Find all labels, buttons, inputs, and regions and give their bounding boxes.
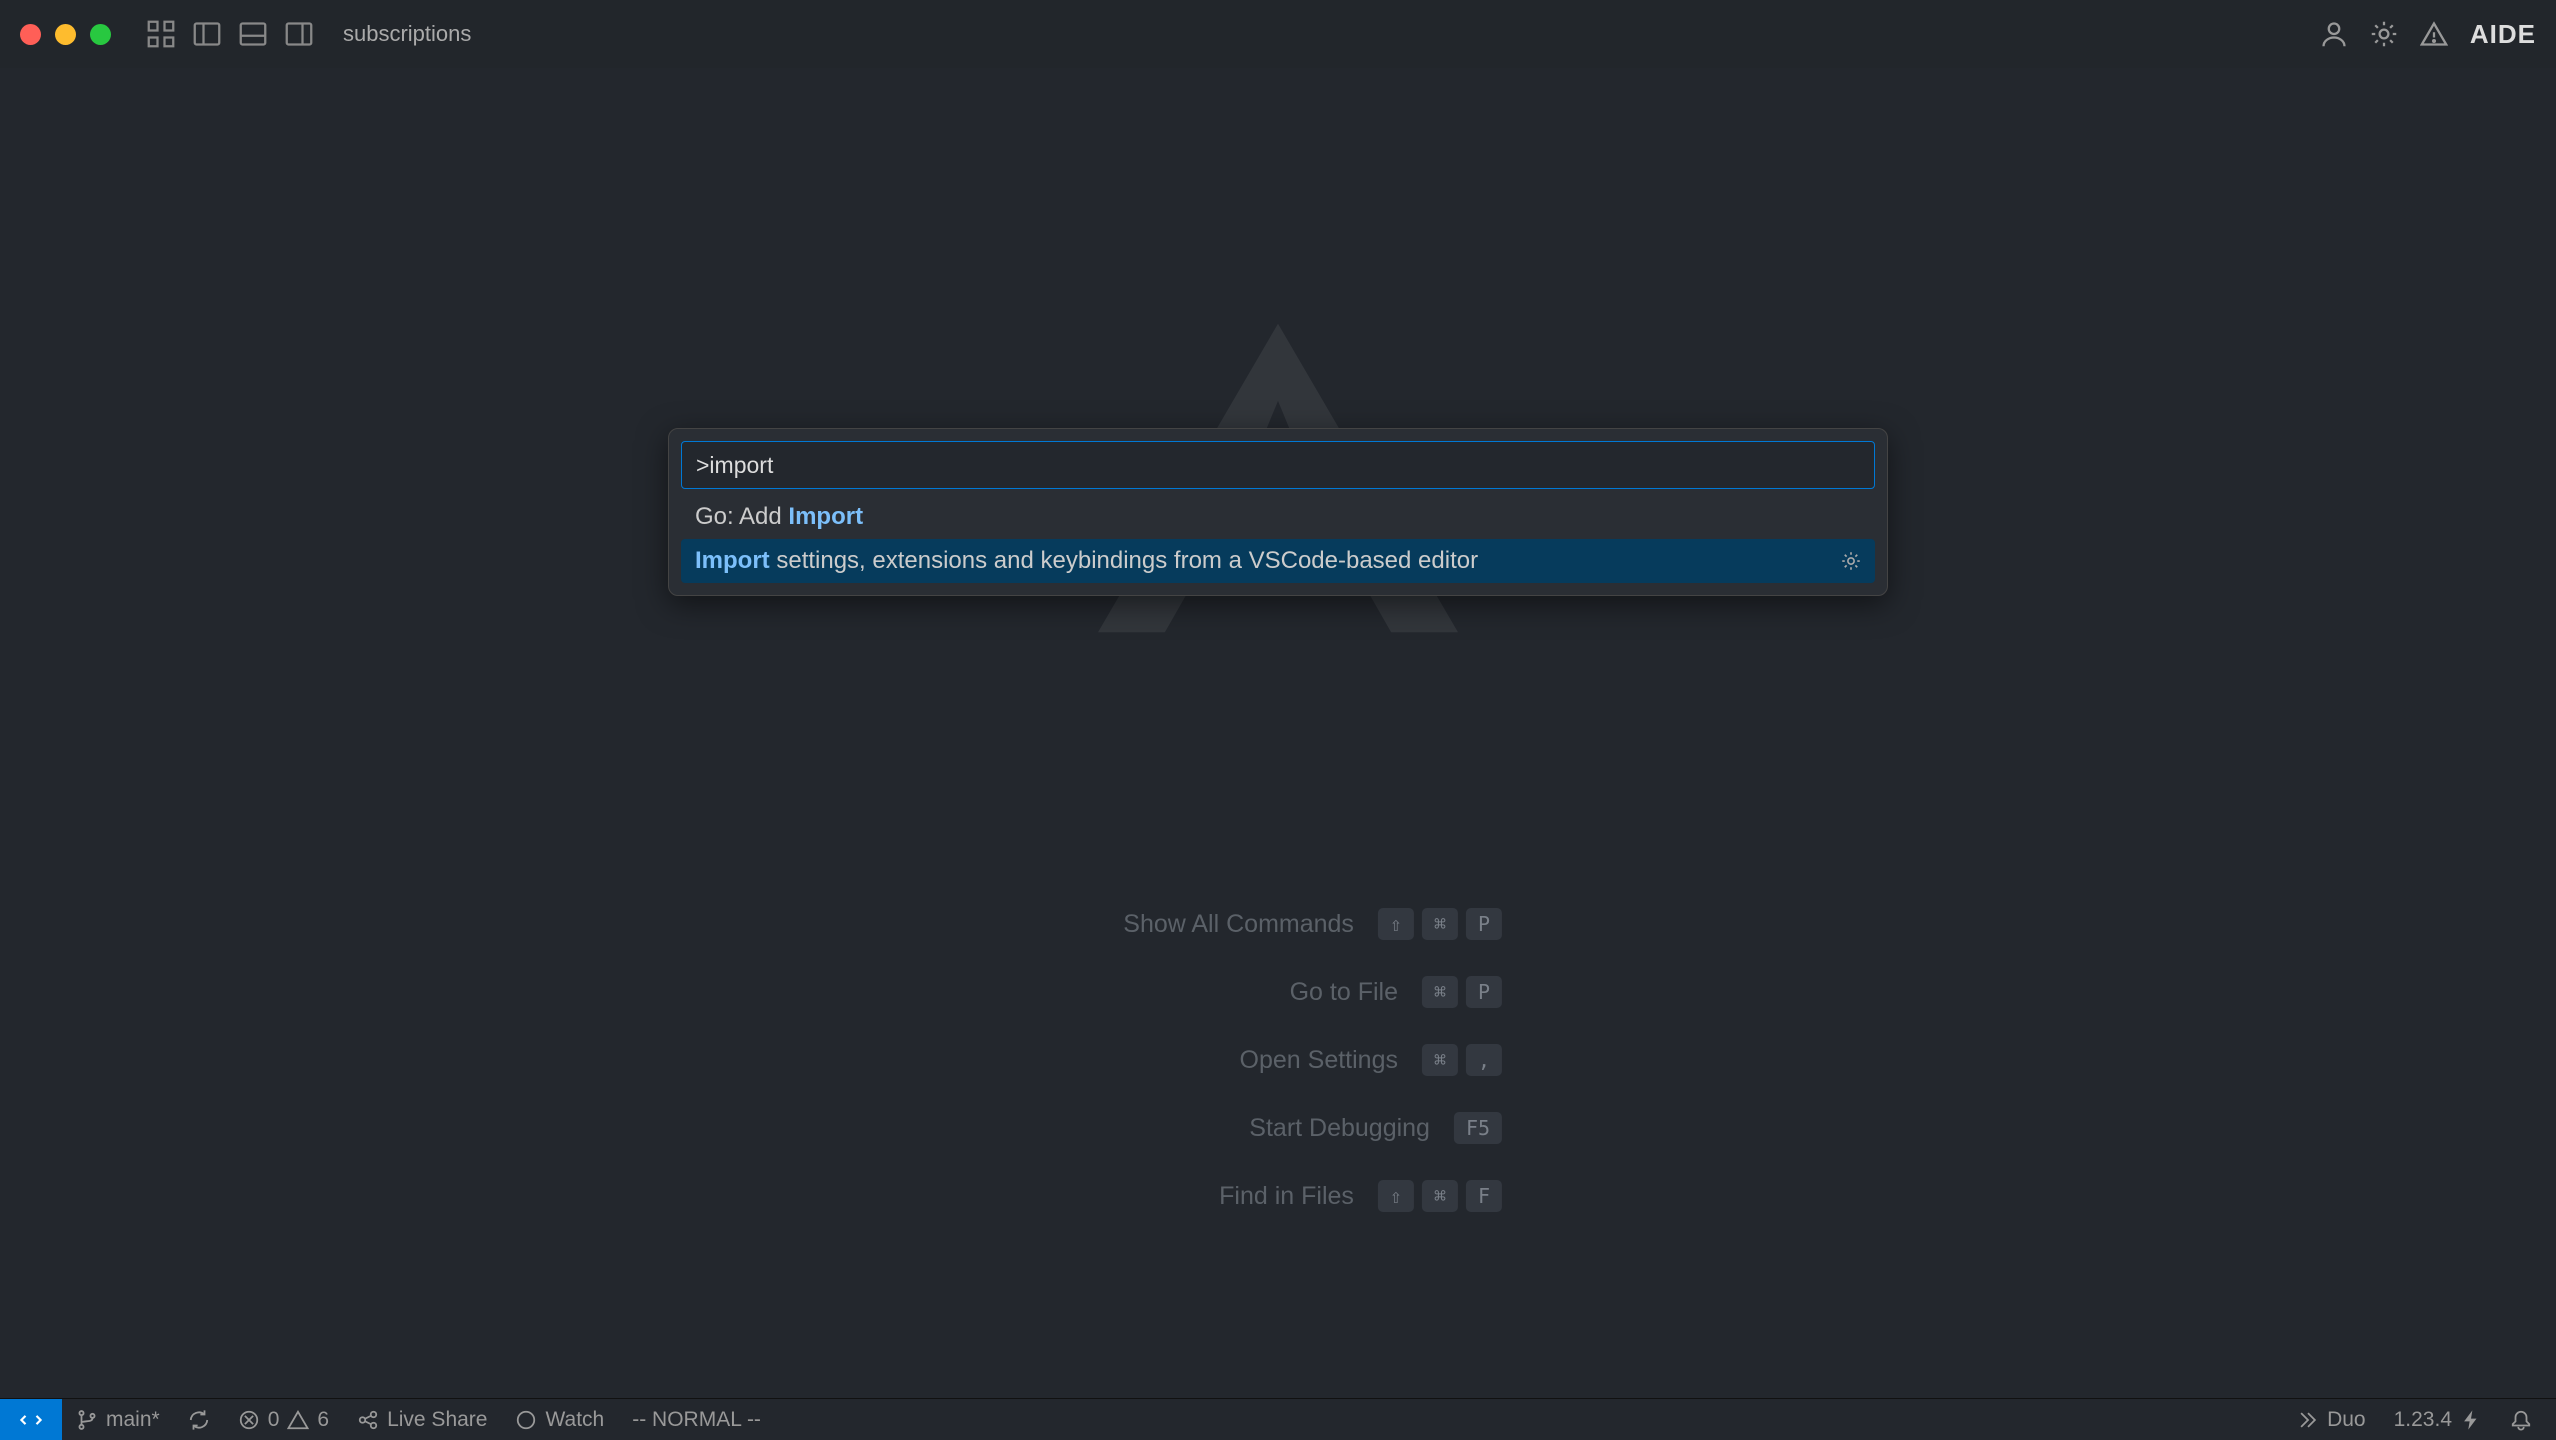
command-palette: Go: Add Import Import settings, extension… bbox=[668, 428, 1888, 596]
live-share-label: Live Share bbox=[387, 1408, 487, 1432]
panel-left-icon[interactable] bbox=[193, 20, 221, 48]
branch-name: main* bbox=[106, 1408, 160, 1432]
notifications-button[interactable] bbox=[2496, 1409, 2546, 1431]
git-branch-button[interactable]: main* bbox=[62, 1399, 174, 1440]
shortcut-keys: ⇧⌘F bbox=[1378, 1180, 1502, 1212]
statusbar: main* 0 6 Live Share Watch -- NORMAL -- … bbox=[0, 1398, 2556, 1440]
shortcut-label: Go to File bbox=[1098, 978, 1398, 1007]
palette-item-0[interactable]: Go: Add Import bbox=[681, 495, 1875, 539]
minimize-window-button[interactable] bbox=[55, 24, 76, 45]
shortcut-row-0: Show All Commands ⇧⌘P bbox=[1054, 908, 1502, 940]
watch-label: Watch bbox=[545, 1408, 604, 1432]
warning-triangle-icon[interactable] bbox=[2420, 20, 2448, 48]
palette-item-label: Import settings, extensions and keybindi… bbox=[695, 547, 1478, 575]
keycap: ⌘ bbox=[1422, 908, 1458, 940]
window-title: subscriptions bbox=[343, 21, 471, 47]
keycap: P bbox=[1466, 976, 1502, 1008]
shortcut-label: Start Debugging bbox=[1130, 1114, 1430, 1143]
shortcut-keys: ⌘P bbox=[1422, 976, 1502, 1008]
keycap: , bbox=[1466, 1044, 1502, 1076]
duo-button[interactable]: Duo bbox=[2283, 1408, 2380, 1432]
palette-item-label: Go: Add Import bbox=[695, 503, 863, 531]
keycap: ⌘ bbox=[1422, 976, 1458, 1008]
close-window-button[interactable] bbox=[20, 24, 41, 45]
shortcut-label: Find in Files bbox=[1054, 1182, 1354, 1211]
titlebar: subscriptions AIDE bbox=[0, 0, 2556, 68]
brand-logo: AIDE bbox=[2470, 19, 2536, 50]
welcome-shortcuts: Show All Commands⇧⌘PGo to File⌘POpen Set… bbox=[1054, 908, 1502, 1212]
keycap: ⌘ bbox=[1422, 1044, 1458, 1076]
keycap: F5 bbox=[1454, 1112, 1502, 1144]
shortcut-label: Open Settings bbox=[1098, 1046, 1398, 1075]
remote-button[interactable] bbox=[0, 1399, 62, 1440]
warnings-count: 6 bbox=[317, 1408, 329, 1432]
shortcut-keys: ⇧⌘P bbox=[1378, 908, 1502, 940]
panel-bottom-icon[interactable] bbox=[239, 20, 267, 48]
shortcut-row-1: Go to File ⌘P bbox=[1054, 976, 1502, 1008]
version-button[interactable]: 1.23.4 bbox=[2380, 1408, 2496, 1432]
shortcut-row-3: Start Debugging F5 bbox=[1054, 1112, 1502, 1144]
keycap: ⇧ bbox=[1378, 1180, 1414, 1212]
version-number: 1.23.4 bbox=[2394, 1408, 2452, 1432]
problems-button[interactable]: 0 6 bbox=[224, 1399, 343, 1440]
shortcut-keys: ⌘, bbox=[1422, 1044, 1502, 1076]
command-palette-list: Go: Add Import Import settings, extension… bbox=[681, 495, 1875, 583]
keycap: F bbox=[1466, 1180, 1502, 1212]
shortcut-keys: F5 bbox=[1454, 1112, 1502, 1144]
grid-icon[interactable] bbox=[147, 20, 175, 48]
command-palette-input[interactable] bbox=[681, 441, 1875, 489]
shortcut-label: Show All Commands bbox=[1054, 910, 1354, 939]
sync-button[interactable] bbox=[174, 1399, 224, 1440]
shortcut-row-2: Open Settings ⌘, bbox=[1054, 1044, 1502, 1076]
keycap: ⌘ bbox=[1422, 1180, 1458, 1212]
keycap: ⇧ bbox=[1378, 908, 1414, 940]
duo-label: Duo bbox=[2327, 1408, 2366, 1432]
gear-icon[interactable] bbox=[1841, 551, 1861, 571]
live-share-button[interactable]: Live Share bbox=[343, 1399, 501, 1440]
vim-mode-indicator: -- NORMAL -- bbox=[618, 1399, 775, 1440]
editor-area: Show All Commands⇧⌘PGo to File⌘POpen Set… bbox=[0, 68, 2556, 1398]
errors-count: 0 bbox=[268, 1408, 280, 1432]
maximize-window-button[interactable] bbox=[90, 24, 111, 45]
shortcut-row-4: Find in Files ⇧⌘F bbox=[1054, 1180, 1502, 1212]
window-controls bbox=[20, 24, 111, 45]
account-icon[interactable] bbox=[2320, 20, 2348, 48]
keycap: P bbox=[1466, 908, 1502, 940]
palette-item-1[interactable]: Import settings, extensions and keybindi… bbox=[681, 539, 1875, 583]
gear-icon[interactable] bbox=[2370, 20, 2398, 48]
panel-right-icon[interactable] bbox=[285, 20, 313, 48]
watch-button[interactable]: Watch bbox=[501, 1399, 618, 1440]
